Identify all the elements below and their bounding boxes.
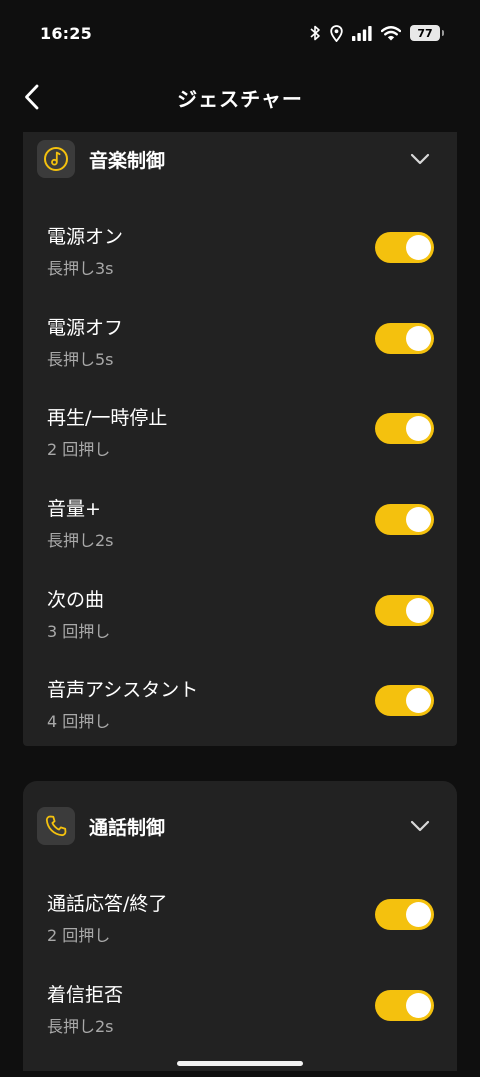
wifi-icon (381, 25, 401, 40)
gesture-row-volume-up: 音量+ 長押し2s (23, 494, 457, 574)
gesture-trigger: 長押し2s (47, 1017, 114, 1036)
toggle-knob (406, 688, 431, 713)
call-section-title: 通話制御 (89, 816, 166, 839)
gesture-label: 電源オン (47, 226, 124, 248)
toggle-knob (406, 598, 431, 623)
toggle-knob (406, 235, 431, 260)
music-section-title: 音楽制御 (89, 149, 166, 172)
power-off-toggle[interactable] (375, 323, 434, 354)
phone-icon-tile (37, 807, 75, 845)
volume-up-toggle[interactable] (375, 504, 434, 535)
next-track-toggle[interactable] (375, 595, 434, 626)
status-bar: 16:25 77 (0, 0, 480, 66)
voice-assistant-toggle[interactable] (375, 685, 434, 716)
gesture-trigger: 長押し3s (47, 259, 114, 278)
music-section-header[interactable]: 音楽制御 (23, 132, 457, 186)
chevron-left-icon (25, 84, 39, 110)
header: ジェスチャー (0, 70, 480, 124)
gesture-label: 電源オフ (47, 317, 124, 339)
music-note-icon (44, 147, 68, 171)
battery-level: 77 (417, 26, 433, 40)
gesture-label: 音量+ (47, 498, 101, 520)
toggle-knob (406, 507, 431, 532)
gesture-row-voice-assistant: 音声アシスタント 4 回押し (23, 675, 457, 755)
bluetooth-icon (310, 25, 320, 41)
gesture-row-next-track: 次の曲 3 回押し (23, 585, 457, 665)
chevron-down-icon[interactable] (409, 148, 431, 170)
page-title: ジェスチャー (177, 86, 303, 111)
gesture-trigger: 3 回押し (47, 622, 111, 641)
gesture-label: 再生/一時停止 (47, 407, 168, 429)
gesture-trigger: 2 回押し (47, 926, 111, 945)
gesture-row-reject-call: 着信拒否 長押し2s (23, 980, 457, 1060)
back-button[interactable] (14, 79, 50, 115)
gesture-row-power-off: 電源オフ 長押し5s (23, 313, 457, 393)
toggle-knob (406, 993, 431, 1018)
call-section-header[interactable]: 通話制御 (23, 799, 457, 853)
music-icon-tile (37, 140, 75, 178)
play-pause-toggle[interactable] (375, 413, 434, 444)
call-control-section: 通話制御 通話応答/終了 2 回押し 着信拒否 長押し2s (23, 781, 457, 1071)
toggle-knob (406, 326, 431, 351)
toggle-knob (406, 416, 431, 441)
gesture-trigger: 4 回押し (47, 712, 111, 731)
gesture-trigger: 長押し2s (47, 531, 114, 550)
power-on-toggle[interactable] (375, 232, 434, 263)
status-icons: 77 (309, 24, 444, 42)
gesture-label: 次の曲 (47, 589, 105, 611)
gesture-row-play-pause: 再生/一時停止 2 回押し (23, 403, 457, 483)
music-control-section: 音楽制御 電源オン 長押し3s 電源オフ 長押し5s 再生/一時停止 2 回押し… (23, 132, 457, 746)
answer-end-call-toggle[interactable] (375, 899, 434, 930)
toggle-knob (406, 902, 431, 927)
gesture-trigger: 2 回押し (47, 440, 111, 459)
gesture-label: 通話応答/終了 (47, 893, 168, 915)
gesture-row-answer-end-call: 通話応答/終了 2 回押し (23, 889, 457, 969)
signal-icon (352, 25, 372, 41)
gesture-label: 着信拒否 (47, 984, 124, 1006)
gesture-trigger: 長押し5s (47, 350, 114, 369)
phone-icon (45, 815, 67, 837)
home-indicator[interactable] (177, 1061, 303, 1066)
status-time: 16:25 (40, 23, 92, 43)
chevron-down-icon[interactable] (409, 815, 431, 837)
battery-indicator: 77 (410, 25, 444, 41)
gesture-label: 音声アシスタント (47, 679, 199, 701)
reject-call-toggle[interactable] (375, 990, 434, 1021)
gesture-row-power-on: 電源オン 長押し3s (23, 222, 457, 302)
location-icon (330, 24, 343, 42)
